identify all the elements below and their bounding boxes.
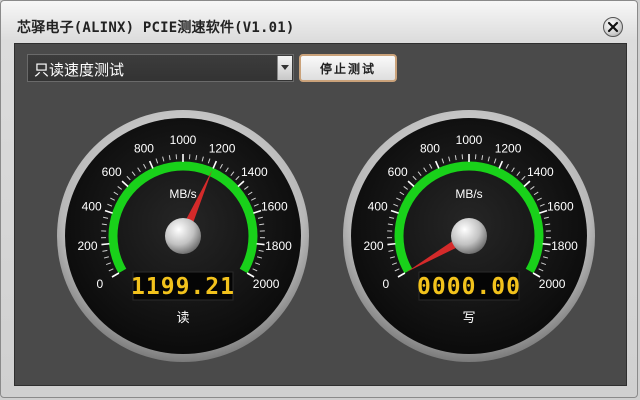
tick-label: 1600 [547,199,574,213]
tick-label: 1200 [495,141,522,155]
chevron-down-icon [281,65,289,70]
tick-label: 600 [388,165,408,179]
needle-hub [451,218,487,254]
title-bar: 芯驿电子(ALINX) PCIE测速软件(V1.01) [1,1,639,41]
close-icon [607,21,619,33]
tick-label: 800 [134,141,154,155]
tick-label: 2000 [253,277,280,291]
main-panel: 只读速度测试 停止测试 0 200 400 600 800 1000 1200 1400 160… [14,43,627,386]
tick-label: 800 [420,141,440,155]
tick-label: 1600 [261,199,288,213]
tick-label: 2000 [539,277,566,291]
read-speed-gauge: 0 200 400 600 800 1000 1200 1400 1600 1800 2000 MB/… [57,110,309,362]
major-tick [256,242,265,246]
app-window: 芯驿电子(ALINX) PCIE测速软件(V1.01) 只读速度测试 停止测试 … [0,0,638,398]
tick-label: 1000 [170,133,197,147]
tick-label: 1800 [265,239,292,253]
needle-hub [165,218,201,254]
major-tick [542,242,551,246]
speed-readout: 1199.21 [131,274,235,300]
major-tick [387,242,396,246]
tick-label: 1200 [209,141,236,155]
tick-label: 0 [97,277,104,291]
speed-readout: 0000.00 [417,274,521,300]
tick-label: 200 [78,239,98,253]
tick-label: 400 [82,199,102,213]
window-title: 芯驿电子(ALINX) PCIE测速软件(V1.01) [17,20,295,36]
write-speed-gauge: 0 200 400 600 800 1000 1200 1400 1600 1800 2000 MB/… [343,110,595,362]
gauge-caption: 写 [462,311,475,326]
tick-label: 1400 [241,165,268,179]
tick-label: 200 [364,239,384,253]
unit-label: MB/s [169,187,196,201]
unit-label: MB/s [455,187,482,201]
test-mode-select[interactable]: 只读速度测试 [27,54,294,82]
test-mode-value: 只读速度测试 [34,61,125,79]
gauge-caption: 读 [176,311,189,326]
close-button[interactable] [603,17,623,37]
tick-label: 0 [383,277,390,291]
tick-label: 1000 [456,133,483,147]
tick-label: 400 [368,199,388,213]
tick-label: 1800 [551,239,578,253]
stop-test-button[interactable]: 停止测试 [299,54,397,82]
dropdown-button[interactable] [277,56,292,80]
major-tick [101,242,110,246]
tick-label: 600 [102,165,122,179]
tick-label: 1400 [527,165,554,179]
